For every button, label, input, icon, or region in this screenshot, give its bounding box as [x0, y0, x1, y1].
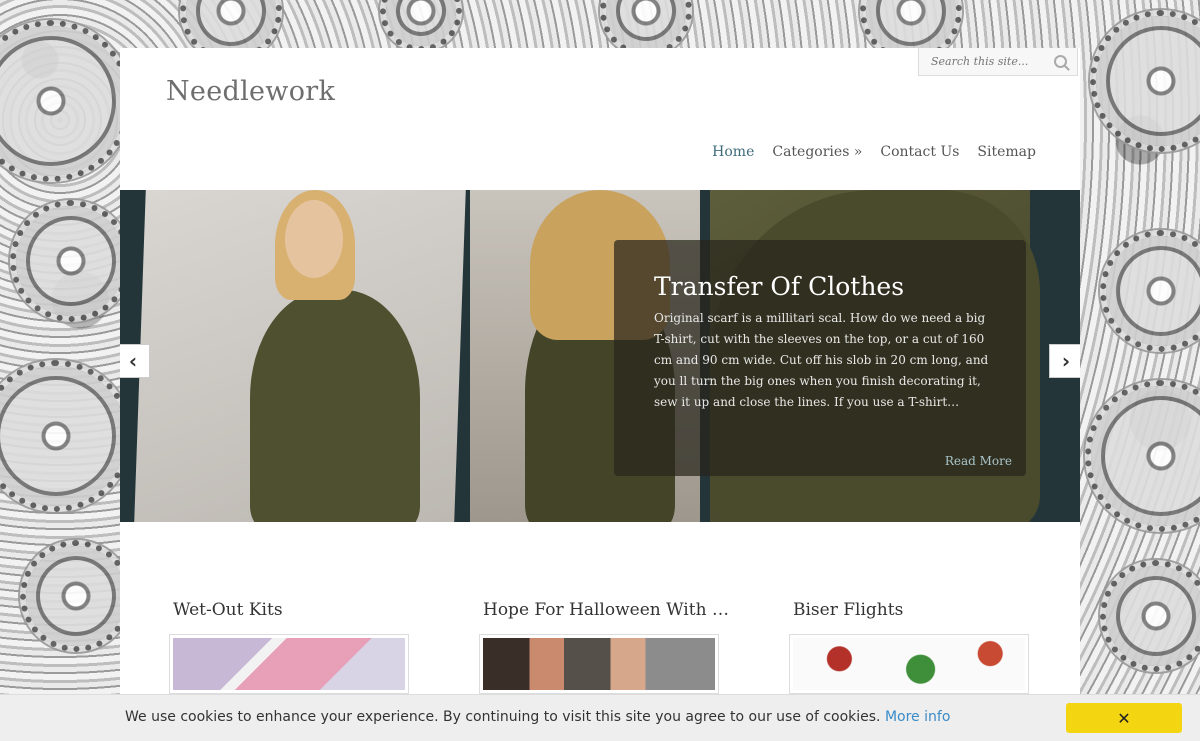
- cookie-text: We use cookies to enhance your experienc…: [125, 709, 881, 725]
- post-title[interactable]: Hope For Halloween With His H...: [483, 600, 729, 620]
- cookie-banner: We use cookies to enhance your experienc…: [0, 694, 1200, 741]
- slide-excerpt: Original scarf is a millitari scal. How …: [654, 311, 989, 409]
- post-card[interactable]: Biser Flights: [789, 600, 1039, 694]
- slide-title[interactable]: Transfer Of Clothes: [654, 272, 904, 301]
- cookie-close-button[interactable]: ✕: [1066, 703, 1182, 733]
- nav-categories[interactable]: Categories »: [772, 144, 862, 160]
- close-icon: ✕: [1117, 708, 1131, 728]
- post-thumbnail[interactable]: [789, 634, 1029, 694]
- page-container: Needlework Home Categories » Contact Us …: [120, 48, 1080, 740]
- post-thumbnail[interactable]: [169, 634, 409, 694]
- search-box: [918, 48, 1078, 76]
- slide-caption: Transfer Of Clothes Original scarf is a …: [614, 240, 1026, 476]
- search-icon[interactable]: [1054, 55, 1067, 68]
- post-card[interactable]: Wet-Out Kits: [169, 600, 419, 694]
- main-nav: Home Categories » Contact Us Sitemap: [712, 144, 1036, 160]
- prev-slide-button[interactable]: ‹: [120, 344, 150, 378]
- more-info-link[interactable]: More info: [885, 709, 950, 725]
- cookie-message: We use cookies to enhance your experienc…: [125, 709, 950, 725]
- nav-sitemap[interactable]: Sitemap: [977, 144, 1036, 160]
- featured-slider: Transfer Of Clothes Original scarf is a …: [120, 190, 1080, 522]
- chevron-left-icon: ‹: [128, 349, 138, 373]
- read-more-link[interactable]: Read More: [945, 454, 1012, 468]
- post-title[interactable]: Biser Flights: [793, 600, 1039, 620]
- post-title[interactable]: Wet-Out Kits: [173, 600, 419, 620]
- site-logo[interactable]: Needlework: [166, 76, 335, 107]
- search-input[interactable]: [919, 48, 1059, 74]
- nav-contact-us[interactable]: Contact Us: [880, 144, 959, 160]
- next-slide-button[interactable]: ›: [1049, 344, 1080, 378]
- chevron-right-icon: ›: [1061, 349, 1071, 373]
- post-card[interactable]: Hope For Halloween With His H...: [479, 600, 729, 694]
- nav-home[interactable]: Home: [712, 144, 754, 160]
- post-thumbnail[interactable]: [479, 634, 719, 694]
